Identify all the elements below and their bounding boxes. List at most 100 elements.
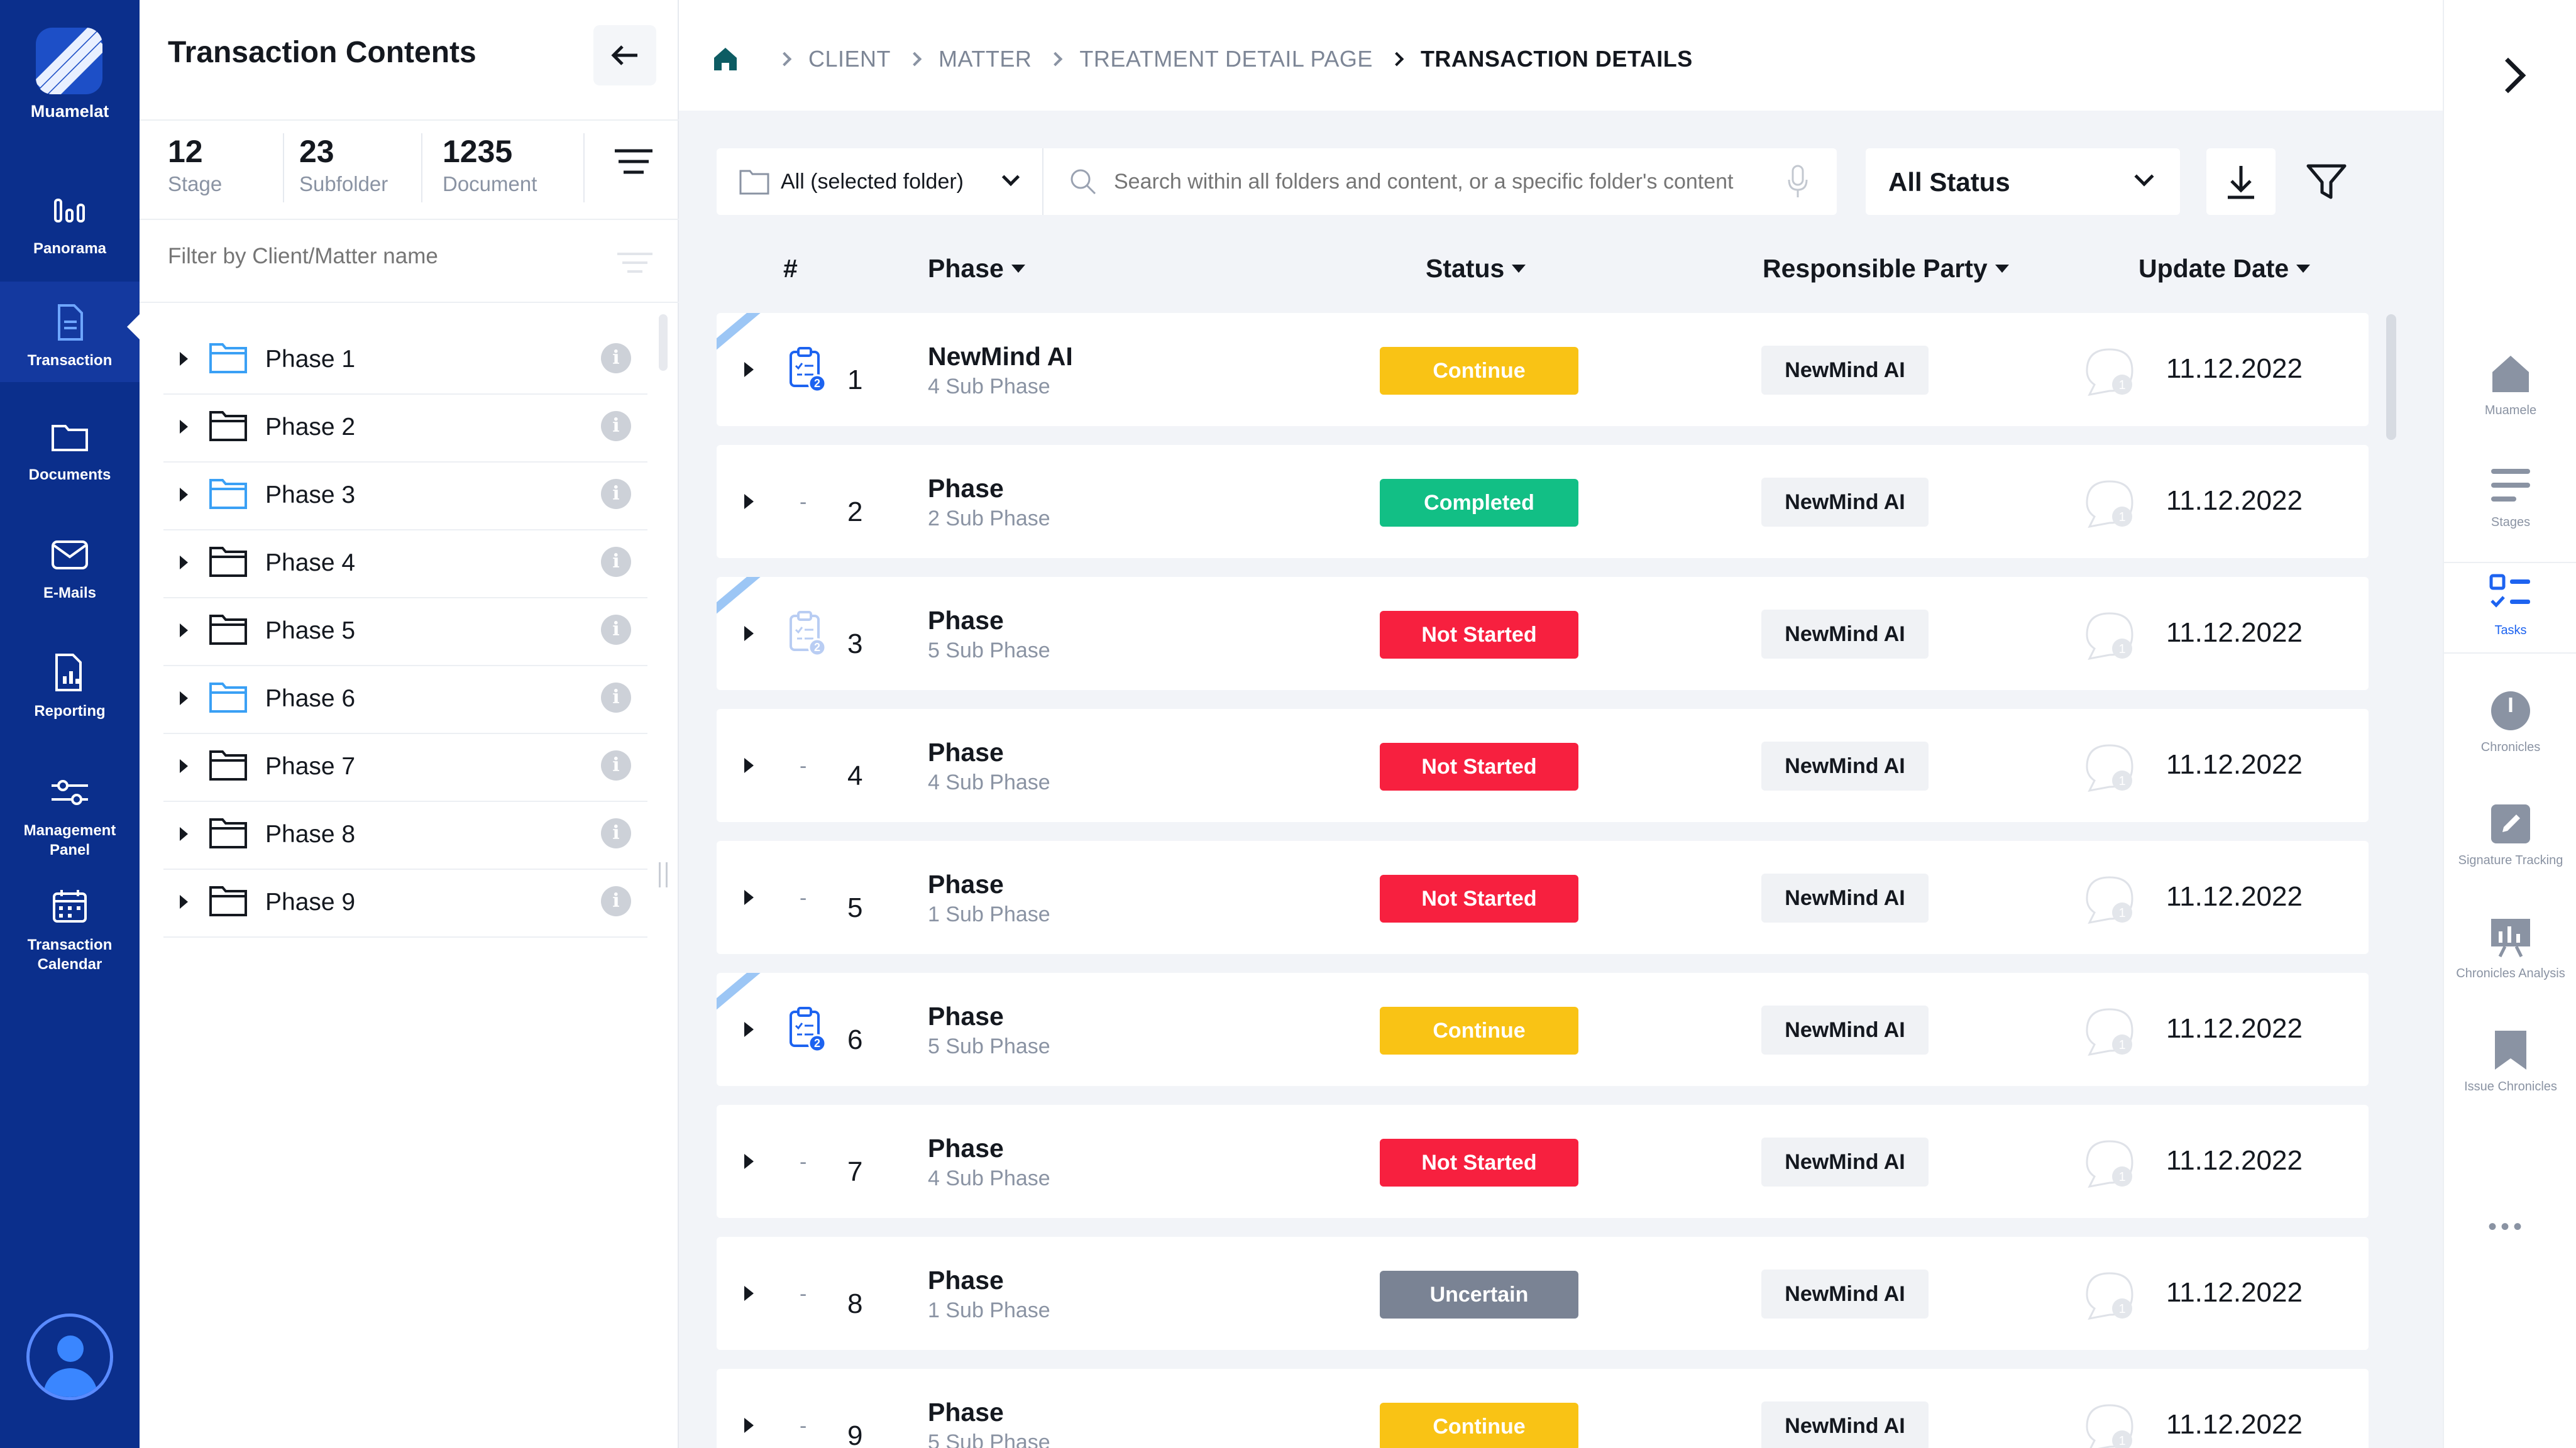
expand-caret-icon[interactable] [180, 895, 188, 909]
responsible-party-chip[interactable]: NewMind AI [1761, 478, 1929, 527]
phase-name[interactable]: Phase [928, 1266, 1004, 1295]
right-item-chronicles-analysis[interactable]: Chronicles Analysis [2444, 915, 2576, 981]
comment-icon[interactable]: 1 [2081, 1135, 2138, 1192]
expand-caret-icon[interactable] [744, 890, 754, 905]
table-row[interactable]: 2 6 Phase 5 Sub Phase Continue NewMind AI 1 11.… [717, 973, 2369, 1086]
expand-caret-icon[interactable] [744, 362, 754, 377]
table-row[interactable]: - 8 Phase 1 Sub Phase Uncertain NewMind AI 1 11… [717, 1237, 2369, 1350]
right-item-muamele[interactable]: Muamele [2444, 352, 2576, 418]
responsible-party-chip[interactable]: NewMind AI [1761, 610, 1929, 659]
task-clipboard-icon[interactable]: 2 [787, 610, 828, 659]
column-header-update-date[interactable]: Update Date [2138, 254, 2311, 283]
right-item-chronicles[interactable]: Chronicles [2444, 689, 2576, 755]
expand-caret-icon[interactable] [180, 691, 188, 705]
task-clipboard-icon[interactable]: 2 [787, 346, 828, 395]
expand-caret-icon[interactable] [180, 827, 188, 841]
expand-caret-icon[interactable] [744, 626, 754, 641]
comment-icon[interactable]: 1 [2081, 1267, 2138, 1324]
status-badge[interactable]: Continue [1380, 1403, 1578, 1448]
tree-item-phase-1[interactable]: Phase 1 i [163, 327, 647, 395]
status-badge[interactable]: Continue [1380, 347, 1578, 395]
table-row[interactable]: - 4 Phase 4 Sub Phase Not Started NewMind AI 1… [717, 709, 2369, 822]
table-row[interactable]: - 9 Phase 5 Sub Phase Continue NewMind AI 1 11.… [717, 1369, 2369, 1448]
status-filter-dropdown[interactable]: All Status [1866, 148, 2180, 215]
comment-icon[interactable]: 1 [2081, 343, 2138, 400]
status-badge[interactable]: Not Started [1380, 743, 1578, 791]
panel-scrollbar[interactable] [659, 314, 668, 371]
responsible-party-chip[interactable]: NewMind AI [1761, 1138, 1929, 1187]
column-header-responsible-party[interactable]: Responsible Party [1763, 254, 2009, 283]
content-search-input[interactable] [1114, 170, 1774, 194]
breadcrumb-item[interactable]: MATTER [938, 46, 1032, 72]
phase-name[interactable]: Phase [928, 738, 1004, 767]
nav-item-documents[interactable]: Documents [0, 415, 140, 485]
nav-item-transaction[interactable]: Transaction [0, 282, 140, 382]
more-options-icon[interactable]: ••• [2488, 1213, 2526, 1241]
tree-item-phase-8[interactable]: Phase 8 i [163, 802, 647, 870]
phase-name[interactable]: Phase [928, 1134, 1004, 1163]
collapse-panel-button[interactable] [593, 25, 656, 85]
home-icon[interactable] [712, 45, 739, 73]
expand-caret-icon[interactable] [180, 488, 188, 502]
status-badge[interactable]: Completed [1380, 479, 1578, 527]
tree-item-phase-6[interactable]: Phase 6 i [163, 666, 647, 734]
app-logo-icon[interactable] [36, 28, 102, 94]
table-row[interactable]: - 2 Phase 2 Sub Phase Completed NewMind AI 1 11… [717, 445, 2369, 558]
expand-chevron-icon[interactable] [2490, 57, 2526, 94]
comment-icon[interactable]: 1 [2081, 475, 2138, 532]
table-row[interactable]: - 7 Phase 4 Sub Phase Not Started NewMind AI 1… [717, 1105, 2369, 1218]
nav-item-reporting[interactable]: Reporting [0, 651, 140, 721]
expand-caret-icon[interactable] [180, 623, 188, 637]
phase-name[interactable]: Phase [928, 606, 1004, 635]
comment-icon[interactable]: 1 [2081, 871, 2138, 928]
table-row[interactable]: 2 1 NewMind AI 4 Sub Phase Continue NewMind A… [717, 313, 2369, 426]
tree-item-phase-2[interactable]: Phase 2 i [163, 395, 647, 463]
info-icon[interactable]: i [601, 750, 631, 781]
info-icon[interactable]: i [601, 818, 631, 848]
nav-item-transaction-calendar[interactable]: Transaction Calendar [0, 885, 140, 974]
comment-icon[interactable]: 1 [2081, 1003, 2138, 1060]
status-badge[interactable]: Uncertain [1380, 1271, 1578, 1319]
expand-caret-icon[interactable] [744, 758, 754, 773]
comment-icon[interactable]: 1 [2081, 1399, 2138, 1448]
info-icon[interactable]: i [601, 615, 631, 645]
expand-caret-icon[interactable] [744, 494, 754, 509]
info-icon[interactable]: i [601, 683, 631, 713]
column-header-phase[interactable]: Phase [928, 254, 1025, 283]
comment-icon[interactable]: 1 [2081, 607, 2138, 664]
right-item-stages[interactable]: Stages [2444, 464, 2576, 530]
menu-icon[interactable] [615, 146, 652, 177]
phase-name[interactable]: Phase [928, 474, 1004, 503]
right-item-issue-chronicles[interactable]: Issue Chronicles [2444, 1028, 2576, 1094]
user-avatar[interactable] [26, 1314, 113, 1400]
expand-caret-icon[interactable] [180, 759, 188, 773]
breadcrumb-item[interactable]: CLIENT [808, 46, 891, 72]
right-item-signature-tracking[interactable]: Signature Tracking [2444, 802, 2576, 868]
responsible-party-chip[interactable]: NewMind AI [1761, 346, 1929, 395]
expand-caret-icon[interactable] [180, 352, 188, 366]
comment-icon[interactable]: 1 [2081, 739, 2138, 796]
info-icon[interactable]: i [601, 343, 631, 373]
nav-item-emails[interactable]: E-Mails [0, 533, 140, 603]
sort-lines-icon[interactable] [617, 251, 652, 274]
nav-item-management-panel[interactable]: Management Panel [0, 771, 140, 860]
table-row[interactable]: - 5 Phase 1 Sub Phase Not Started NewMind AI 1… [717, 841, 2369, 954]
phase-name[interactable]: NewMind AI [928, 342, 1073, 371]
status-badge[interactable]: Not Started [1380, 611, 1578, 659]
info-icon[interactable]: i [601, 411, 631, 441]
expand-caret-icon[interactable] [180, 420, 188, 434]
panel-resize-handle[interactable] [659, 862, 668, 887]
table-scrollbar[interactable] [2386, 314, 2396, 440]
client-matter-filter-input[interactable] [168, 244, 595, 269]
expand-caret-icon[interactable] [744, 1022, 754, 1037]
status-badge[interactable]: Not Started [1380, 875, 1578, 923]
phase-name[interactable]: Phase [928, 1398, 1004, 1427]
info-icon[interactable]: i [601, 886, 631, 916]
column-header-status[interactable]: Status [1426, 254, 1526, 283]
microphone-icon[interactable] [1785, 163, 1810, 200]
tree-item-phase-5[interactable]: Phase 5 i [163, 598, 647, 666]
right-item-tasks[interactable]: Tasks [2444, 562, 2576, 654]
table-row[interactable]: 2 3 Phase 5 Sub Phase Not Started NewMind AI 1… [717, 577, 2369, 690]
responsible-party-chip[interactable]: NewMind AI [1761, 1270, 1929, 1319]
responsible-party-chip[interactable]: NewMind AI [1761, 1006, 1929, 1055]
